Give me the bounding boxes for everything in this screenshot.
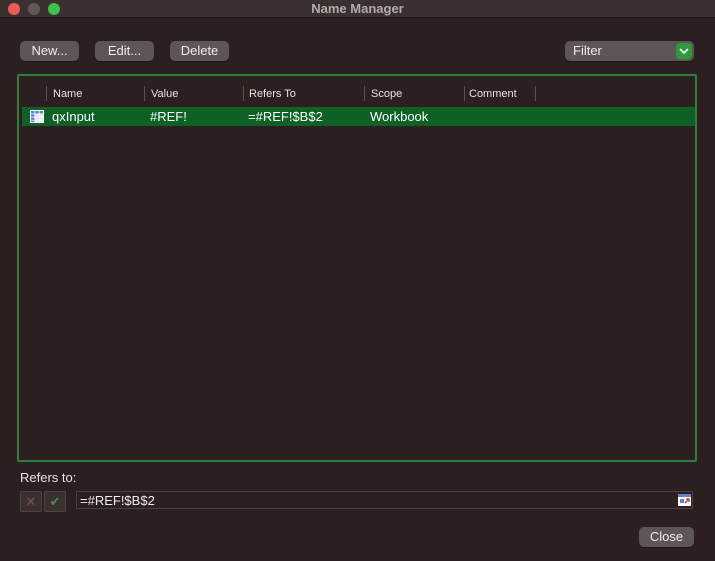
- title-bar: Name Manager: [0, 0, 715, 18]
- column-header-refers-to[interactable]: Refers To: [249, 88, 296, 100]
- filter-dropdown[interactable]: Filter: [565, 41, 694, 61]
- row-scope: Workbook: [370, 109, 429, 124]
- column-header-scope[interactable]: Scope: [371, 88, 402, 100]
- column-separator: [535, 86, 536, 101]
- column-separator: [364, 86, 365, 101]
- delete-button[interactable]: Delete: [170, 41, 229, 61]
- close-button[interactable]: Close: [639, 527, 694, 547]
- checkmark-icon: ✔: [49, 494, 61, 509]
- new-button[interactable]: New...: [20, 41, 79, 61]
- close-icon: ✕: [25, 494, 37, 509]
- names-list[interactable]: Name Value Refers To Scope Comment qxInp…: [17, 74, 697, 462]
- column-separator: [46, 86, 47, 101]
- confirm-edit-button[interactable]: ✔: [44, 491, 66, 512]
- column-separator: [243, 86, 244, 101]
- refers-to-label: Refers to:: [20, 470, 77, 485]
- window-title: Name Manager: [311, 1, 404, 16]
- refers-to-input[interactable]: [76, 491, 693, 509]
- table-row[interactable]: qxInput #REF! =#REF!$B$2 Workbook: [22, 107, 695, 126]
- column-header-row: Name Value Refers To Scope Comment: [19, 84, 695, 102]
- range-selector-icon[interactable]: [678, 494, 691, 506]
- column-header-value[interactable]: Value: [151, 88, 178, 100]
- row-value: #REF!: [150, 109, 187, 124]
- row-refers-to: =#REF!$B$2: [248, 109, 323, 124]
- column-separator: [144, 86, 145, 101]
- edit-button[interactable]: Edit...: [95, 41, 154, 61]
- chevron-down-icon[interactable]: [676, 43, 692, 59]
- column-header-comment[interactable]: Comment: [469, 88, 517, 100]
- named-range-grid-icon: [30, 110, 44, 123]
- filter-label: Filter: [573, 43, 602, 58]
- row-name: qxInput: [52, 109, 95, 124]
- cancel-edit-button[interactable]: ✕: [20, 491, 42, 512]
- column-header-name[interactable]: Name: [53, 88, 82, 100]
- column-separator: [464, 86, 465, 101]
